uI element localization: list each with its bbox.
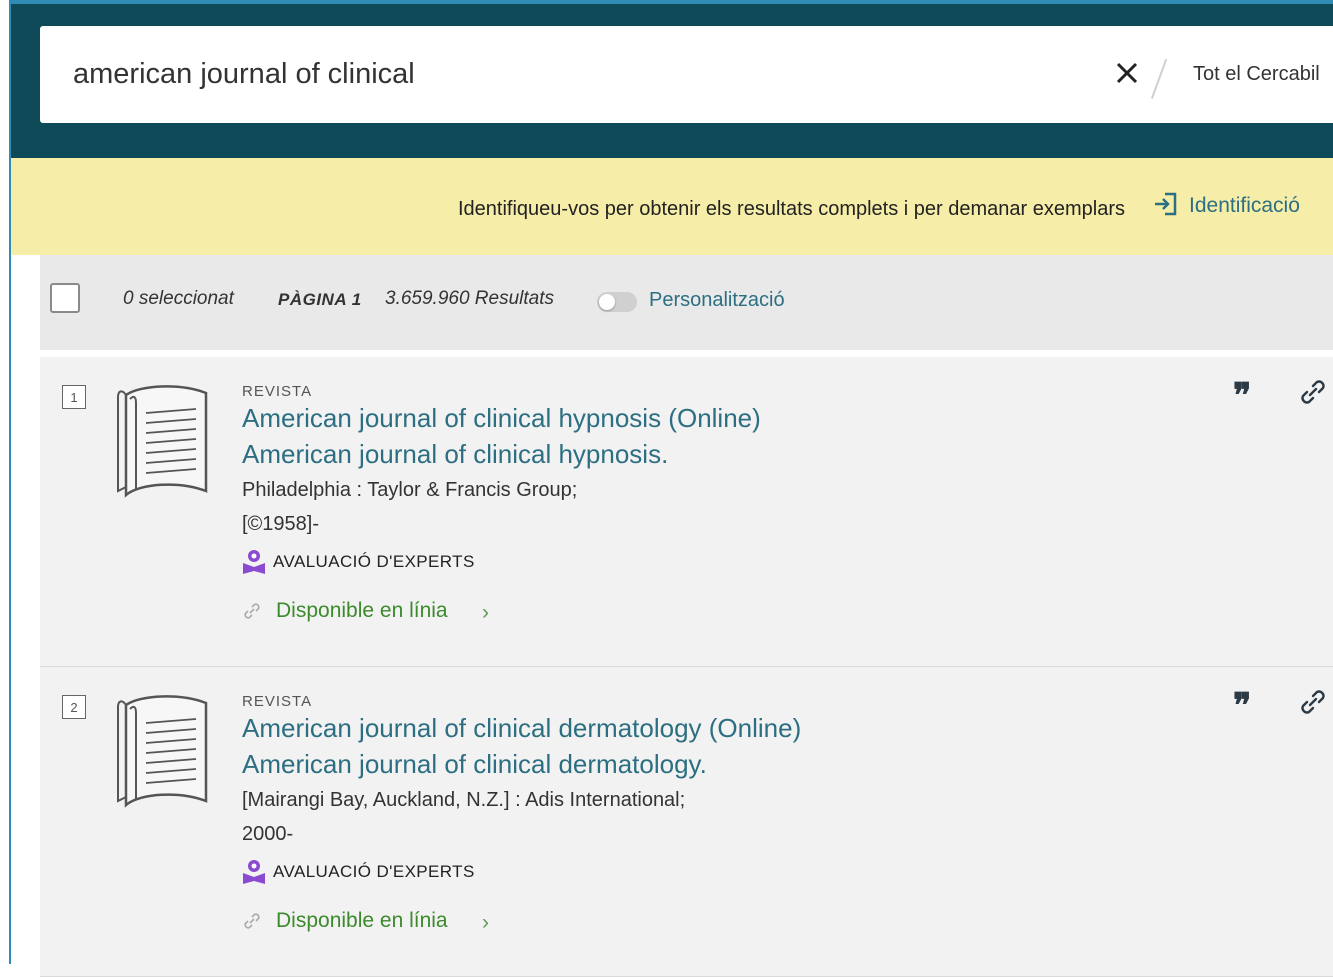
personalization-label[interactable]: Personalització (649, 289, 785, 312)
result-date: 2000- (242, 823, 294, 845)
page-indicator: PÀGINA 1 (278, 290, 362, 309)
chevron-right-icon[interactable]: › (482, 911, 489, 935)
scope-divider (1150, 58, 1168, 100)
login-banner: Identifiqueu-vos per obtenir els resulta… (11, 158, 1333, 255)
login-link[interactable]: Identificació (1189, 194, 1300, 218)
result-date: [©1958]- (242, 513, 320, 535)
peer-review-icon (243, 550, 265, 574)
peer-review-icon (243, 860, 265, 884)
journal-icon (117, 695, 208, 808)
link-icon[interactable] (1296, 375, 1330, 409)
link-icon[interactable] (1296, 685, 1330, 719)
search-scope-select[interactable]: Tot el Cercabil (1193, 26, 1320, 123)
result-title-link[interactable]: American journal of clinical dermatology… (242, 713, 801, 744)
sign-in-icon[interactable] (1151, 189, 1181, 219)
journal-icon (117, 385, 208, 498)
result-subtitle-link[interactable]: American journal of clinical hypnosis. (242, 439, 668, 470)
close-icon[interactable] (1110, 56, 1144, 90)
result-publisher: Philadelphia : Taylor & Francis Group; (242, 479, 578, 501)
login-message: Identifiqueu-vos per obtenir els resulta… (458, 198, 1125, 220)
result-item: 2 REVISTA American journal of clinical d… (40, 667, 1333, 977)
select-all-checkbox[interactable] (50, 283, 80, 313)
link-icon (244, 603, 260, 619)
result-type: REVISTA (242, 693, 313, 710)
availability-link[interactable]: Disponible en línia (276, 909, 448, 933)
result-item: 1 REVISTA American journal of clinical h… (40, 357, 1333, 667)
result-title-link[interactable]: American journal of clinical hypnosis (O… (242, 403, 761, 434)
result-type: REVISTA (242, 383, 313, 400)
peer-review-label: AVALUACIÓ D'EXPERTS (273, 552, 475, 571)
search-input[interactable] (73, 26, 1073, 123)
selected-count: 0 seleccionat (123, 288, 234, 309)
quote-icon[interactable]: ❞ (1233, 689, 1261, 723)
results-count: 3.659.960 Resultats (385, 288, 555, 309)
quote-icon[interactable]: ❞ (1233, 379, 1261, 413)
results-toolbar: 0 seleccionat PÀGINA 1 3.659.960 Resulta… (40, 255, 1333, 350)
personalization-toggle[interactable] (597, 292, 637, 312)
link-icon (244, 913, 260, 929)
peer-review-label: AVALUACIÓ D'EXPERTS (273, 862, 475, 881)
result-index: 1 (62, 385, 86, 409)
availability-link[interactable]: Disponible en línia (276, 599, 448, 623)
search-bar: Tot el Cercabil (40, 26, 1333, 123)
chevron-right-icon[interactable]: › (482, 601, 489, 625)
result-index: 2 (62, 695, 86, 719)
results-list: 1 REVISTA American journal of clinical h… (40, 357, 1333, 977)
result-subtitle-link[interactable]: American journal of clinical dermatology… (242, 749, 707, 780)
result-publisher: [Mairangi Bay, Auckland, N.Z.] : Adis In… (242, 789, 686, 811)
